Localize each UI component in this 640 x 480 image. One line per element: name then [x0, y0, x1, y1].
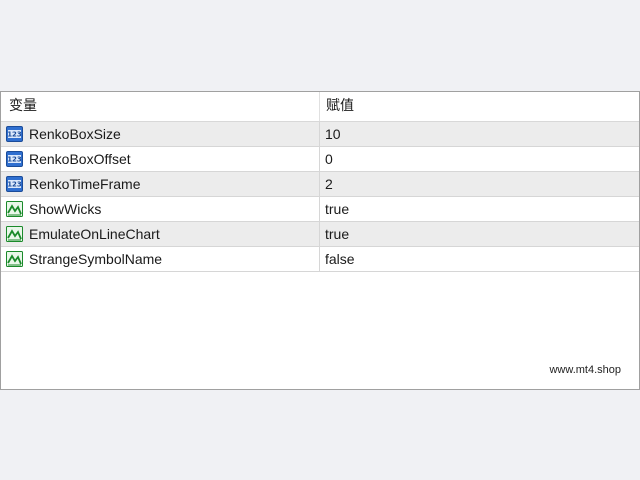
parameter-value[interactable]: false	[325, 247, 355, 271]
parameter-value[interactable]: true	[325, 222, 349, 246]
header-column-divider[interactable]	[319, 92, 320, 121]
parameter-name: RenkoTimeFrame	[29, 176, 141, 192]
table-row[interactable]: StrangeSymbolName false	[1, 247, 639, 272]
table-header: 变量 赋值	[1, 92, 639, 122]
column-divider	[319, 122, 320, 146]
boolean-chart-icon	[6, 201, 23, 217]
parameter-name: EmulateOnLineChart	[29, 226, 160, 242]
watermark-text: www.mt4.shop	[549, 364, 621, 376]
parameter-value[interactable]: 0	[325, 147, 333, 171]
numeric-123-icon: 123	[6, 151, 23, 167]
column-divider	[319, 222, 320, 246]
parameter-value[interactable]: 10	[325, 122, 341, 146]
parameter-value[interactable]: true	[325, 197, 349, 221]
boolean-chart-icon	[6, 226, 23, 242]
table-row[interactable]: ShowWicks true	[1, 197, 639, 222]
parameter-table: 123 RenkoBoxSize 10 123 RenkoBoxOffset 0…	[1, 122, 639, 272]
parameter-value[interactable]: 2	[325, 172, 333, 196]
column-divider	[319, 172, 320, 196]
table-row[interactable]: 123 RenkoBoxOffset 0	[1, 147, 639, 172]
svg-text:123: 123	[7, 181, 22, 189]
parameter-name: RenkoBoxOffset	[29, 151, 131, 167]
column-divider	[319, 247, 320, 271]
background-top	[0, 0, 640, 91]
header-variable[interactable]: 变量	[9, 92, 37, 121]
parameter-name: ShowWicks	[29, 201, 102, 217]
numeric-123-icon: 123	[6, 176, 23, 192]
table-row[interactable]: EmulateOnLineChart true	[1, 222, 639, 247]
numeric-123-icon: 123	[6, 126, 23, 142]
parameter-name: StrangeSymbolName	[29, 251, 163, 267]
svg-text:123: 123	[7, 131, 22, 139]
boolean-chart-icon	[6, 251, 23, 267]
background-bottom	[0, 390, 640, 480]
table-row[interactable]: 123 RenkoTimeFrame 2	[1, 172, 639, 197]
column-divider	[319, 147, 320, 171]
table-row[interactable]: 123 RenkoBoxSize 10	[1, 122, 639, 147]
header-value[interactable]: 赋值	[326, 92, 354, 121]
inputs-panel: 变量 赋值 123 RenkoBoxSize 10 123 RenkoBoxOf…	[0, 91, 640, 390]
column-divider	[319, 197, 320, 221]
parameter-name: RenkoBoxSize	[29, 126, 121, 142]
svg-text:123: 123	[7, 156, 22, 164]
